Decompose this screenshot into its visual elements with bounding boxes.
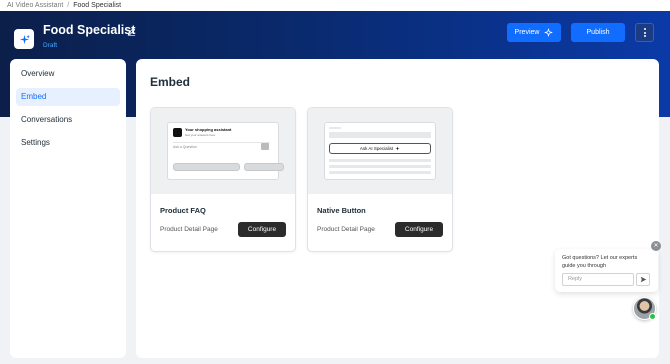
sparkle-icon xyxy=(395,146,400,151)
sparkle-icon xyxy=(19,34,30,44)
send-icon xyxy=(261,143,269,150)
chat-message: Got questions? Let our experts guide you… xyxy=(562,255,638,269)
faq-preview-heading: Your shopping assistant xyxy=(185,127,232,132)
configure-button[interactable]: Configure xyxy=(395,222,443,237)
section-title: Embed xyxy=(150,75,191,89)
placeholder-line xyxy=(329,127,341,129)
ask-ai-specialist-label: Ask AI Specialist xyxy=(359,146,394,151)
page-title: Food Specialist xyxy=(43,23,136,37)
assistant-logo-icon xyxy=(173,128,182,137)
online-status-icon xyxy=(649,313,656,320)
preview-button[interactable]: Preview xyxy=(507,23,561,42)
more-vertical-icon[interactable] xyxy=(635,23,654,42)
faq-preview-input: Ask a Question xyxy=(173,142,270,151)
close-icon[interactable]: ✕ xyxy=(651,241,661,251)
chat-reply-input[interactable]: Reply xyxy=(562,273,634,286)
status-badge: Draft xyxy=(43,42,58,49)
breadcrumb-root[interactable]: AI Video Assistant xyxy=(7,2,63,9)
card-preview: Your shopping assistant Get your answers… xyxy=(151,108,295,194)
publish-button[interactable]: Publish xyxy=(571,23,625,42)
sparkle-icon xyxy=(545,28,553,37)
preview-button-label: Preview xyxy=(514,29,540,36)
faq-preview-subheading: Get your answers here xyxy=(185,133,216,137)
card-location: Product Detail Page xyxy=(317,226,375,233)
placeholder-line xyxy=(329,159,431,162)
ask-ai-specialist-button-preview: Ask AI Specialist xyxy=(329,143,431,154)
chat-widget: Got questions? Let our experts guide you… xyxy=(555,249,658,292)
main-panel: Embed Your shopping assistant Get your a… xyxy=(136,59,659,358)
card-title: Native Button xyxy=(317,206,366,215)
card-preview: Ask AI Specialist xyxy=(308,108,452,194)
configure-button[interactable]: Configure xyxy=(238,222,286,237)
sidebar-item-embed[interactable]: Embed xyxy=(16,88,120,106)
faq-preview-chip xyxy=(244,163,284,171)
app-icon xyxy=(14,29,34,49)
faq-widget-preview: Your shopping assistant Get your answers… xyxy=(167,122,284,180)
sidebar-item-settings[interactable]: Settings xyxy=(16,134,120,152)
embed-card-product-faq[interactable]: Your shopping assistant Get your answers… xyxy=(150,107,296,252)
pencil-icon[interactable] xyxy=(127,27,136,36)
sidebar-item-conversations[interactable]: Conversations xyxy=(16,111,120,129)
embed-card-native-button[interactable]: Ask AI Specialist Native Button Product … xyxy=(307,107,453,252)
placeholder-line xyxy=(329,132,431,138)
breadcrumb-current: Food Specialist xyxy=(73,2,122,9)
send-icon[interactable] xyxy=(636,273,650,286)
native-button-preview: Ask AI Specialist xyxy=(324,122,436,180)
placeholder-line xyxy=(329,165,431,168)
faq-preview-chip xyxy=(173,163,240,171)
breadcrumb-separator: / xyxy=(67,2,70,9)
card-location: Product Detail Page xyxy=(160,226,218,233)
sidebar: Overview Embed Conversations Settings xyxy=(10,59,126,358)
card-title: Product FAQ xyxy=(160,206,206,215)
sidebar-item-overview[interactable]: Overview xyxy=(16,65,120,83)
placeholder-line xyxy=(329,171,431,174)
breadcrumb: AI Video Assistant / Food Specialist xyxy=(0,0,670,11)
